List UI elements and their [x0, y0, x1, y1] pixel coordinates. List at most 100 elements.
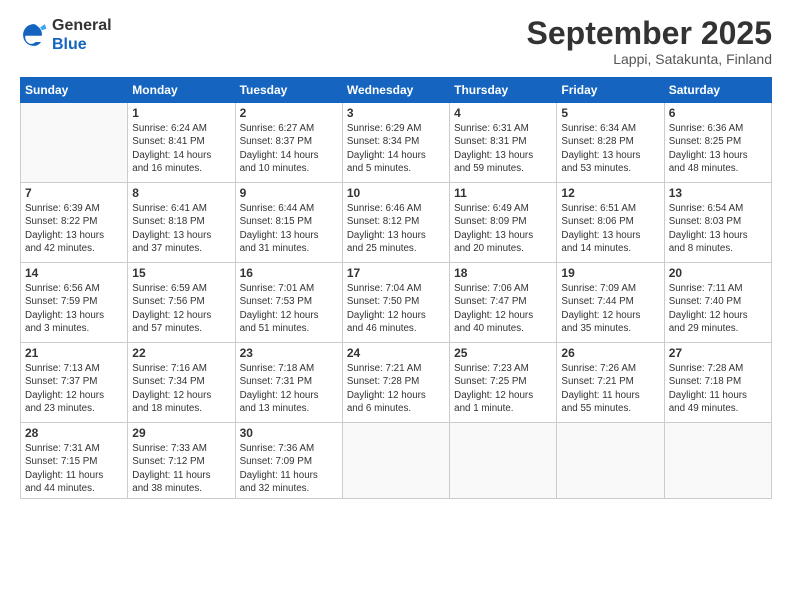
- calendar-cell: 4 Sunrise: 6:31 AMSunset: 8:31 PMDaylight…: [450, 103, 557, 183]
- day-number: 9: [240, 186, 338, 200]
- weekday-header-wednesday: Wednesday: [342, 78, 449, 103]
- day-info: Sunrise: 6:24 AMSunset: 8:41 PMDaylight:…: [132, 122, 230, 175]
- day-number: 2: [240, 106, 338, 120]
- day-info: Sunrise: 6:27 AMSunset: 8:37 PMDaylight:…: [240, 122, 338, 175]
- calendar-cell: [664, 423, 771, 499]
- day-number: 4: [454, 106, 552, 120]
- calendar-cell: 13 Sunrise: 6:54 AMSunset: 8:03 PMDayligh…: [664, 183, 771, 263]
- day-info: Sunrise: 7:04 AMSunset: 7:50 PMDaylight:…: [347, 282, 445, 335]
- logo: General Blue: [20, 16, 112, 54]
- day-info: Sunrise: 6:36 AMSunset: 8:25 PMDaylight:…: [669, 122, 767, 175]
- logo-general: General: [52, 16, 112, 35]
- header: General Blue September 2025 Lappi, Satak…: [20, 16, 772, 67]
- calendar-cell: 16 Sunrise: 7:01 AMSunset: 7:53 PMDayligh…: [235, 263, 342, 343]
- day-info: Sunrise: 6:49 AMSunset: 8:09 PMDaylight:…: [454, 202, 552, 255]
- day-info: Sunrise: 7:18 AMSunset: 7:31 PMDaylight:…: [240, 362, 338, 415]
- day-number: 22: [132, 346, 230, 360]
- day-info: Sunrise: 6:31 AMSunset: 8:31 PMDaylight:…: [454, 122, 552, 175]
- day-info: Sunrise: 7:01 AMSunset: 7:53 PMDaylight:…: [240, 282, 338, 335]
- calendar-week-row: 28Sunrise: 7:31 AMSunset: 7:15 PMDayligh…: [21, 423, 772, 499]
- calendar-cell: 2 Sunrise: 6:27 AMSunset: 8:37 PMDaylight…: [235, 103, 342, 183]
- calendar-week-row: 14 Sunrise: 6:56 AMSunset: 7:59 PMDayligh…: [21, 263, 772, 343]
- calendar-cell: 11 Sunrise: 6:49 AMSunset: 8:09 PMDayligh…: [450, 183, 557, 263]
- day-info: Sunrise: 7:36 AMSunset: 7:09 PMDaylight:…: [240, 442, 338, 495]
- day-info: Sunrise: 6:41 AMSunset: 8:18 PMDaylight:…: [132, 202, 230, 255]
- day-info: Sunrise: 6:34 AMSunset: 8:28 PMDaylight:…: [561, 122, 659, 175]
- day-info: Sunrise: 6:59 AMSunset: 7:56 PMDaylight:…: [132, 282, 230, 335]
- day-number: 27: [669, 346, 767, 360]
- calendar-cell: 18Sunrise: 7:06 AMSunset: 7:47 PMDayligh…: [450, 263, 557, 343]
- day-number: 5: [561, 106, 659, 120]
- location: Lappi, Satakunta, Finland: [527, 51, 772, 67]
- calendar-cell: 8Sunrise: 6:41 AMSunset: 8:18 PMDaylight…: [128, 183, 235, 263]
- day-number: 7: [25, 186, 123, 200]
- day-info: Sunrise: 7:21 AMSunset: 7:28 PMDaylight:…: [347, 362, 445, 415]
- calendar-cell: 20 Sunrise: 7:11 AMSunset: 7:40 PMDayligh…: [664, 263, 771, 343]
- calendar-cell: 9 Sunrise: 6:44 AMSunset: 8:15 PMDaylight…: [235, 183, 342, 263]
- day-number: 10: [347, 186, 445, 200]
- logo-text: General Blue: [52, 16, 112, 54]
- calendar-week-row: 1Sunrise: 6:24 AMSunset: 8:41 PMDaylight…: [21, 103, 772, 183]
- day-number: 13: [669, 186, 767, 200]
- day-info: Sunrise: 6:39 AMSunset: 8:22 PMDaylight:…: [25, 202, 123, 255]
- weekday-header-sunday: Sunday: [21, 78, 128, 103]
- day-number: 12: [561, 186, 659, 200]
- day-info: Sunrise: 7:31 AMSunset: 7:15 PMDaylight:…: [25, 442, 123, 495]
- day-number: 16: [240, 266, 338, 280]
- month-title: September 2025: [527, 16, 772, 51]
- calendar-cell: 22 Sunrise: 7:16 AMSunset: 7:34 PMDayligh…: [128, 343, 235, 423]
- day-number: 23: [240, 346, 338, 360]
- page: General Blue September 2025 Lappi, Satak…: [0, 0, 792, 612]
- calendar-cell: 29Sunrise: 7:33 AMSunset: 7:12 PMDayligh…: [128, 423, 235, 499]
- calendar-cell: 26 Sunrise: 7:26 AMSunset: 7:21 PMDayligh…: [557, 343, 664, 423]
- calendar-cell: 27 Sunrise: 7:28 AMSunset: 7:18 PMDayligh…: [664, 343, 771, 423]
- calendar-cell: 14 Sunrise: 6:56 AMSunset: 7:59 PMDayligh…: [21, 263, 128, 343]
- day-number: 25: [454, 346, 552, 360]
- calendar-cell: [342, 423, 449, 499]
- day-number: 26: [561, 346, 659, 360]
- weekday-header-thursday: Thursday: [450, 78, 557, 103]
- day-info: Sunrise: 7:06 AMSunset: 7:47 PMDaylight:…: [454, 282, 552, 335]
- day-number: 15: [132, 266, 230, 280]
- day-info: Sunrise: 7:13 AMSunset: 7:37 PMDaylight:…: [25, 362, 123, 415]
- day-info: Sunrise: 7:26 AMSunset: 7:21 PMDaylight:…: [561, 362, 659, 415]
- day-info: Sunrise: 7:11 AMSunset: 7:40 PMDaylight:…: [669, 282, 767, 335]
- calendar-week-row: 21Sunrise: 7:13 AMSunset: 7:37 PMDayligh…: [21, 343, 772, 423]
- logo-blue: Blue: [52, 35, 112, 54]
- day-info: Sunrise: 7:16 AMSunset: 7:34 PMDaylight:…: [132, 362, 230, 415]
- weekday-header-row: SundayMondayTuesdayWednesdayThursdayFrid…: [21, 78, 772, 103]
- day-info: Sunrise: 6:51 AMSunset: 8:06 PMDaylight:…: [561, 202, 659, 255]
- weekday-header-monday: Monday: [128, 78, 235, 103]
- weekday-header-friday: Friday: [557, 78, 664, 103]
- day-number: 19: [561, 266, 659, 280]
- calendar-cell: 3Sunrise: 6:29 AMSunset: 8:34 PMDaylight…: [342, 103, 449, 183]
- day-number: 20: [669, 266, 767, 280]
- day-number: 14: [25, 266, 123, 280]
- calendar-cell: 30 Sunrise: 7:36 AMSunset: 7:09 PMDayligh…: [235, 423, 342, 499]
- weekday-header-saturday: Saturday: [664, 78, 771, 103]
- day-number: 11: [454, 186, 552, 200]
- logo-icon: [20, 21, 48, 49]
- calendar-cell: 23 Sunrise: 7:18 AMSunset: 7:31 PMDayligh…: [235, 343, 342, 423]
- day-info: Sunrise: 7:23 AMSunset: 7:25 PMDaylight:…: [454, 362, 552, 415]
- calendar-cell: 12 Sunrise: 6:51 AMSunset: 8:06 PMDayligh…: [557, 183, 664, 263]
- day-info: Sunrise: 6:54 AMSunset: 8:03 PMDaylight:…: [669, 202, 767, 255]
- calendar-cell: [450, 423, 557, 499]
- day-info: Sunrise: 7:28 AMSunset: 7:18 PMDaylight:…: [669, 362, 767, 415]
- calendar-cell: [557, 423, 664, 499]
- calendar-cell: 19 Sunrise: 7:09 AMSunset: 7:44 PMDayligh…: [557, 263, 664, 343]
- calendar-cell: 6Sunrise: 6:36 AMSunset: 8:25 PMDaylight…: [664, 103, 771, 183]
- calendar-week-row: 7 Sunrise: 6:39 AMSunset: 8:22 PMDaylight…: [21, 183, 772, 263]
- calendar-cell: 7 Sunrise: 6:39 AMSunset: 8:22 PMDaylight…: [21, 183, 128, 263]
- weekday-header-tuesday: Tuesday: [235, 78, 342, 103]
- day-number: 17: [347, 266, 445, 280]
- day-info: Sunrise: 6:56 AMSunset: 7:59 PMDaylight:…: [25, 282, 123, 335]
- day-info: Sunrise: 7:33 AMSunset: 7:12 PMDaylight:…: [132, 442, 230, 495]
- day-info: Sunrise: 6:44 AMSunset: 8:15 PMDaylight:…: [240, 202, 338, 255]
- day-number: 30: [240, 426, 338, 440]
- calendar-cell: 17 Sunrise: 7:04 AMSunset: 7:50 PMDayligh…: [342, 263, 449, 343]
- day-number: 3: [347, 106, 445, 120]
- day-info: Sunrise: 7:09 AMSunset: 7:44 PMDaylight:…: [561, 282, 659, 335]
- calendar: SundayMondayTuesdayWednesdayThursdayFrid…: [20, 77, 772, 499]
- calendar-cell: 5 Sunrise: 6:34 AMSunset: 8:28 PMDaylight…: [557, 103, 664, 183]
